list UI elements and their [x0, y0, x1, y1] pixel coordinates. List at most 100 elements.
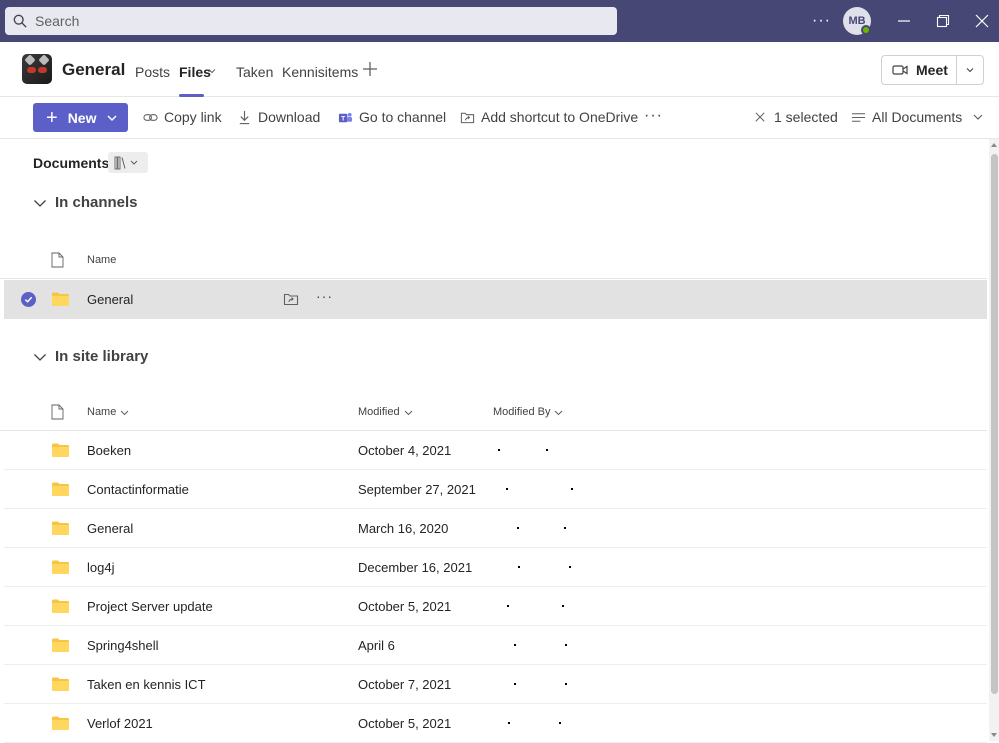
meet-button[interactable]: Meet: [882, 56, 958, 84]
file-name[interactable]: Spring4shell: [87, 638, 159, 653]
check-icon[interactable]: [21, 292, 36, 307]
file-name[interactable]: General: [87, 521, 133, 536]
library-column-header: Name Modified Modified By: [0, 393, 987, 431]
table-row[interactable]: log4j December 16, 2021: [4, 548, 987, 587]
folder-icon: [52, 292, 69, 306]
file-name[interactable]: Contactinformatie: [87, 482, 189, 497]
file-name[interactable]: Project Server update: [87, 599, 213, 614]
modified-by-redacted: [494, 441, 564, 461]
add-shortcut-button[interactable]: Add shortcut to OneDrive: [460, 109, 638, 125]
library-switcher[interactable]: [108, 152, 148, 173]
column-modified-by[interactable]: Modified By: [493, 406, 563, 418]
file-name[interactable]: Verlof 2021: [87, 716, 153, 731]
breadcrumb[interactable]: Documents: [33, 155, 109, 171]
view-switcher[interactable]: All Documents: [851, 109, 984, 125]
copy-link-label: Copy link: [164, 109, 222, 125]
view-label: All Documents: [872, 109, 963, 125]
chevron-down-icon[interactable]: [208, 67, 216, 75]
modified-by-redacted: [486, 714, 586, 734]
channel-title: General: [62, 60, 126, 79]
tab-files[interactable]: Files: [179, 64, 211, 80]
column-name[interactable]: Name: [87, 406, 129, 418]
modified-date: September 27, 2021: [358, 482, 476, 497]
minimize-button[interactable]: [894, 11, 914, 31]
chevron-down-icon: [34, 199, 46, 207]
table-row[interactable]: General March 16, 2020: [4, 509, 987, 548]
copy-link-button[interactable]: Copy link: [143, 109, 222, 125]
folder-icon: [52, 560, 69, 574]
meet-label: Meet: [916, 62, 948, 78]
table-row[interactable]: Boeken October 4, 2021: [4, 431, 987, 470]
chevron-down-icon: [555, 410, 563, 415]
new-button[interactable]: + New: [33, 103, 128, 132]
table-row[interactable]: Taken en kennis ICT October 7, 2021: [4, 665, 987, 704]
more-actions-button[interactable]: ···: [644, 107, 663, 125]
scroll-up-icon[interactable]: [991, 143, 997, 147]
presence-badge: [861, 25, 871, 35]
channel-header: General Posts Files Taken Kennisitems Me…: [0, 42, 999, 97]
video-camera-icon: [892, 65, 908, 75]
column-name[interactable]: Name: [87, 254, 116, 266]
row-more-button[interactable]: ···: [316, 288, 333, 304]
modified-date: October 5, 2021: [358, 716, 452, 731]
channels-column-header: Name: [0, 241, 987, 279]
scrollbar[interactable]: [989, 139, 999, 741]
tab-taken[interactable]: Taken: [236, 64, 273, 80]
modified-date: March 16, 2020: [358, 521, 449, 536]
restore-icon: [936, 14, 950, 28]
section-in-channels[interactable]: In channels: [33, 194, 138, 211]
go-to-channel-button[interactable]: T Go to channel: [338, 109, 446, 125]
chevron-down-icon: [404, 410, 412, 415]
scroll-down-icon[interactable]: [991, 733, 997, 737]
download-button[interactable]: Download: [237, 109, 320, 125]
folder-icon: [52, 482, 69, 496]
restore-button[interactable]: [933, 11, 953, 31]
file-name[interactable]: General: [87, 292, 133, 307]
meet-button-group: Meet: [881, 55, 984, 85]
tab-posts[interactable]: Posts: [135, 64, 170, 80]
search-box[interactable]: [5, 7, 617, 35]
column-modified[interactable]: Modified: [358, 406, 413, 418]
table-row[interactable]: Verlof 2021 October 5, 2021: [4, 704, 987, 743]
modified-by-redacted: [499, 480, 599, 500]
tab-kennisitems[interactable]: Kennisitems: [282, 64, 358, 80]
svg-text:T: T: [341, 115, 345, 122]
shortcut-icon[interactable]: [283, 291, 299, 307]
more-options-button[interactable]: ···: [812, 12, 831, 30]
go-to-channel-label: Go to channel: [359, 109, 447, 125]
team-avatar[interactable]: [22, 54, 52, 84]
table-row[interactable]: Project Server update October 5, 2021: [4, 587, 987, 626]
section-title: In site library: [55, 348, 149, 365]
library-icon: [114, 156, 138, 169]
folder-icon: [52, 521, 69, 535]
title-bar: ··· MB: [0, 0, 999, 42]
file-name[interactable]: Boeken: [87, 443, 131, 458]
scroll-thumb[interactable]: [991, 154, 998, 694]
list-view-icon: [851, 112, 866, 122]
section-in-site-library[interactable]: In site library: [33, 348, 148, 365]
search-icon: [13, 14, 27, 28]
channel-row[interactable]: General ···: [4, 280, 987, 319]
document-library: Documents In channels Name General ··· I…: [0, 139, 987, 743]
plus-icon[interactable]: [362, 61, 378, 77]
clear-selection-button[interactable]: 1 selected: [753, 109, 838, 125]
table-row[interactable]: Contactinformatie September 27, 2021: [4, 470, 987, 509]
chevron-down-icon: [966, 68, 974, 73]
meet-dropdown-button[interactable]: [957, 56, 983, 84]
file-name[interactable]: Taken en kennis ICT: [87, 677, 206, 692]
section-title: In channels: [55, 194, 138, 211]
file-icon[interactable]: [51, 252, 64, 268]
modified-by-redacted: [496, 558, 596, 578]
folder-icon: [52, 716, 69, 730]
file-name[interactable]: log4j: [87, 560, 114, 575]
close-window-button[interactable]: [972, 11, 992, 31]
chevron-down-icon: [34, 353, 46, 361]
table-row[interactable]: Spring4shell April 6: [4, 626, 987, 665]
chevron-down-icon: [120, 410, 129, 415]
modified-by-redacted: [492, 636, 592, 656]
search-input[interactable]: [35, 13, 595, 29]
modified-date: April 6: [358, 638, 395, 653]
file-icon[interactable]: [51, 404, 64, 420]
chevron-down-icon: [107, 114, 118, 121]
download-icon: [239, 110, 250, 124]
